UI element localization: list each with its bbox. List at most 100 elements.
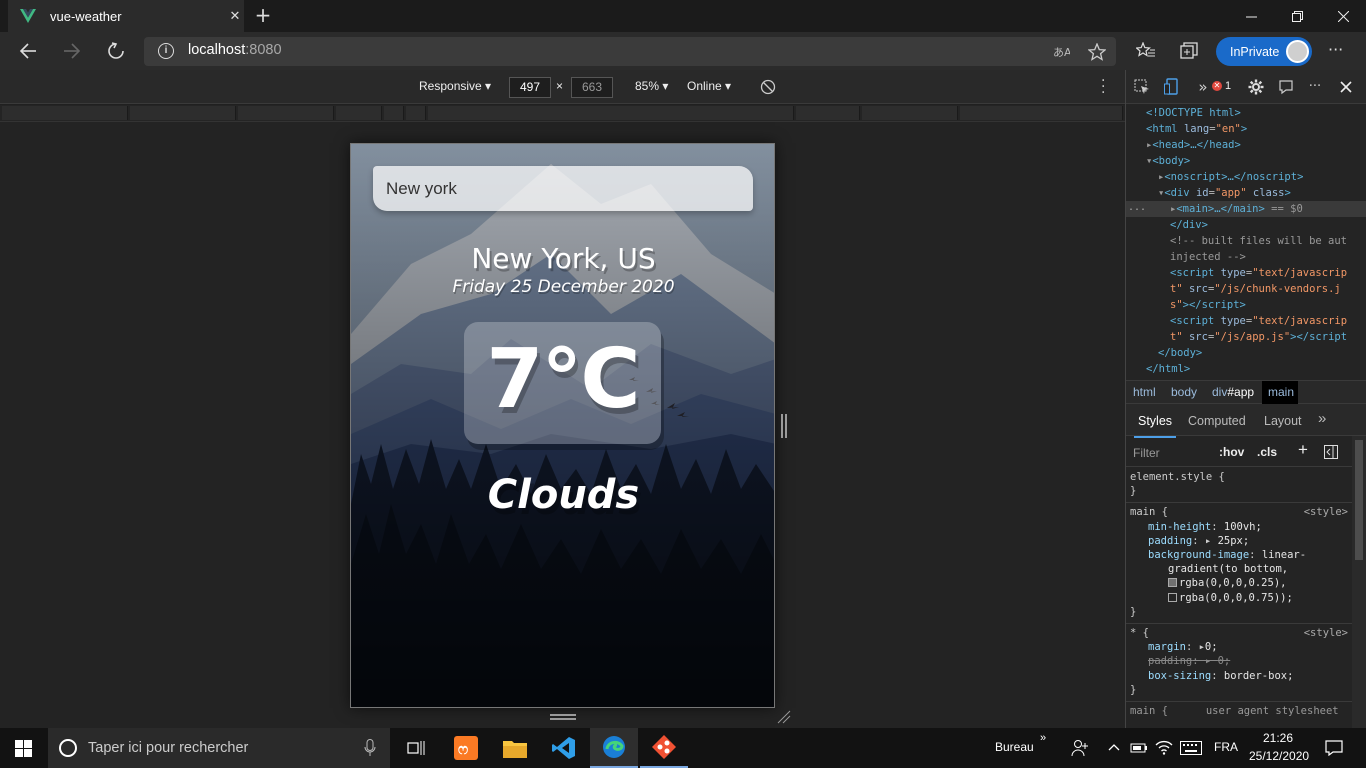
more-tabs-icon[interactable]: » — [1318, 410, 1326, 427]
toolbar-chevron-icon[interactable]: » — [1040, 732, 1046, 744]
tab-layout[interactable]: Layout — [1264, 414, 1302, 428]
dom-node-line[interactable]: ▾<div id="app" class> — [1126, 185, 1366, 201]
media-query-segment[interactable] — [428, 106, 794, 120]
dom-node-line[interactable]: </body> — [1126, 345, 1366, 361]
sidebar-toggle-icon[interactable] — [1324, 445, 1338, 459]
vscode-icon[interactable] — [540, 728, 588, 768]
media-query-segment[interactable] — [406, 106, 426, 120]
dom-node-line[interactable]: </html> — [1126, 361, 1366, 377]
prop-value[interactable]: rgba(0,0,0,0.75)); — [1179, 592, 1293, 604]
filter-input[interactable]: Filter — [1133, 446, 1209, 460]
browser-tab[interactable]: vue-weather ✕ — [8, 0, 244, 32]
dom-node-line[interactable]: ▸<noscript>…</noscript> — [1126, 169, 1366, 185]
inspect-element-icon[interactable] — [1134, 79, 1150, 95]
responsive-select[interactable]: Responsive ▾ — [419, 79, 491, 93]
dom-node-line[interactable]: t" src="/js/app.js"></script — [1126, 329, 1366, 345]
site-info-icon[interactable]: i — [158, 43, 174, 59]
dom-dots[interactable]: ... — [1128, 202, 1146, 213]
more-tabs-icon[interactable]: » — [1194, 78, 1212, 96]
network-throttle-select[interactable]: Online ▾ — [687, 79, 731, 93]
expand-icon[interactable]: ▸ — [1205, 535, 1211, 547]
wifi-icon[interactable] — [1155, 740, 1173, 755]
dom-node-line[interactable]: <!DOCTYPE html> — [1126, 105, 1366, 121]
device-toggle-icon[interactable] — [1164, 78, 1180, 96]
rule-universal[interactable]: * {<style> margin: ▸0; padding: ▸ 0; box… — [1126, 624, 1352, 703]
git-kraken-icon[interactable] — [640, 728, 688, 768]
prop-value[interactable]: border-box; — [1224, 670, 1294, 682]
media-query-segment[interactable] — [238, 106, 334, 120]
hover-state-toggle[interactable]: :hov — [1219, 445, 1244, 459]
styles-scrollbar-thumb[interactable] — [1355, 440, 1363, 560]
devtools-more-icon[interactable]: ··· — [1306, 78, 1324, 96]
media-query-segment[interactable] — [384, 106, 404, 120]
media-query-segment[interactable] — [130, 106, 236, 120]
collections-icon[interactable] — [1180, 42, 1198, 60]
microphone-icon[interactable] — [364, 739, 376, 757]
breadcrumb-div[interactable]: div#app — [1212, 385, 1254, 399]
dom-tree[interactable]: <!DOCTYPE html> <html lang="en"> ▸<head>…<… — [1126, 105, 1366, 379]
refresh-button[interactable] — [102, 38, 130, 64]
color-swatch[interactable] — [1168, 592, 1177, 602]
rotate-icon[interactable] — [760, 79, 776, 95]
styles-pane[interactable]: element.style { } main {<style> min-heig… — [1126, 468, 1352, 728]
file-explorer-icon[interactable] — [491, 728, 539, 768]
viewport-width-input[interactable]: 497 — [509, 77, 551, 98]
zoom-select[interactable]: 85% ▾ — [635, 79, 668, 93]
address-bar[interactable]: i localhost:8080 あA — [144, 37, 1116, 66]
dom-node-line[interactable]: <html lang="en"> — [1126, 121, 1366, 137]
rule-user-agent[interactable]: main { user agent stylesheet — [1126, 702, 1352, 720]
rule-main[interactable]: main {<style> min-height: 100vh; padding… — [1126, 503, 1352, 625]
taskbar-search-input[interactable]: Taper ici pour rechercher — [48, 728, 390, 768]
favorite-star-icon[interactable] — [1088, 43, 1106, 61]
dom-node-line[interactable]: <!-- built files will be aut — [1126, 233, 1366, 249]
prop-value[interactable]: 25px; — [1218, 535, 1250, 547]
dom-node-line[interactable]: ▾<body> — [1126, 153, 1366, 169]
minimize-button[interactable] — [1228, 0, 1274, 32]
tray-chevron-up-icon[interactable] — [1108, 743, 1120, 751]
gear-icon[interactable] — [1248, 79, 1264, 95]
inprivate-button[interactable]: InPrivate — [1216, 37, 1312, 66]
dom-node-line[interactable]: s"></script> — [1126, 297, 1366, 313]
prop-value[interactable]: 0; — [1205, 641, 1218, 653]
resize-handle-bottom[interactable] — [550, 714, 576, 720]
clock-time[interactable]: 21:26 — [1263, 731, 1293, 745]
dom-node-line[interactable]: injected --> — [1126, 249, 1366, 265]
settings-more-icon[interactable]: ··· — [1328, 40, 1343, 59]
prop-name[interactable]: margin — [1148, 641, 1186, 653]
rule-element-style[interactable]: element.style { } — [1126, 468, 1352, 504]
back-button[interactable] — [14, 38, 42, 64]
dom-node-line[interactable]: </div> — [1126, 217, 1366, 233]
prop-name-overridden[interactable]: padding — [1148, 655, 1192, 667]
feedback-icon[interactable] — [1278, 79, 1294, 95]
color-swatch[interactable] — [1168, 578, 1177, 588]
tab-computed[interactable]: Computed — [1188, 414, 1246, 428]
media-query-segment[interactable] — [960, 106, 1123, 120]
forward-button[interactable] — [58, 38, 86, 64]
dom-node-line[interactable]: ▸<head>…</head> — [1126, 137, 1366, 153]
device-more-icon[interactable]: · · · — [1101, 74, 1107, 100]
viewport-height-input[interactable]: 663 — [571, 77, 613, 98]
style-source-link[interactable]: <style> — [1304, 505, 1348, 519]
dom-node-line[interactable]: ▸<main>…</main> == $0 — [1126, 201, 1366, 217]
prop-value[interactable]: linear- — [1262, 549, 1306, 561]
prop-name[interactable]: box-sizing — [1148, 670, 1211, 682]
keyboard-icon[interactable] — [1180, 741, 1202, 755]
xampp-icon[interactable]: ෆ — [442, 728, 490, 768]
dom-node-line[interactable]: <script type="text/javascrip — [1126, 265, 1366, 281]
notification-center-icon[interactable] — [1325, 740, 1343, 756]
close-window-button[interactable] — [1320, 0, 1366, 32]
windows-start-icon[interactable] — [15, 740, 32, 757]
prop-value[interactable]: 100vh; — [1224, 521, 1262, 533]
translate-icon[interactable]: あA — [1052, 43, 1070, 61]
prop-value[interactable]: rgba(0,0,0,0.25), — [1179, 577, 1286, 589]
dom-node-line[interactable]: <script type="text/javascrip — [1126, 313, 1366, 329]
favorites-icon[interactable] — [1136, 42, 1156, 60]
close-devtools-icon[interactable] — [1340, 81, 1352, 93]
resize-handle-corner[interactable] — [777, 710, 791, 724]
breadcrumb-html[interactable]: html — [1133, 385, 1156, 399]
media-query-segment[interactable] — [336, 106, 382, 120]
edge-icon[interactable] — [590, 728, 638, 768]
prop-value-overridden[interactable]: 0; — [1218, 655, 1231, 667]
breadcrumb-body[interactable]: body — [1171, 385, 1197, 399]
error-count-badge[interactable]: ✕ 1 — [1212, 80, 1231, 92]
